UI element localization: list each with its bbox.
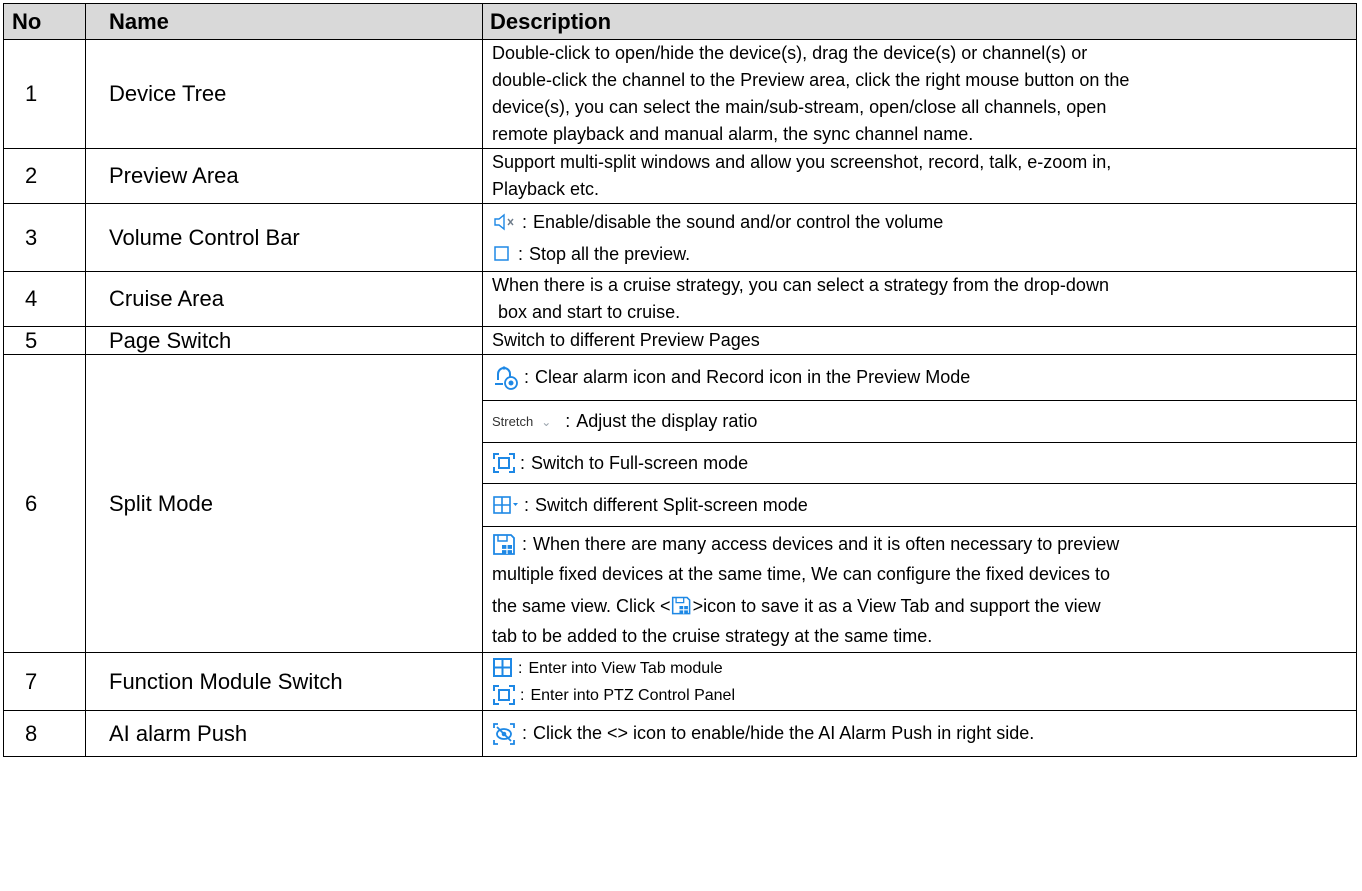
row-name: Volume Control Bar [85,203,483,272]
item-text: Clear alarm icon and Record icon in the … [535,367,971,387]
separator: : [565,411,571,431]
row-number: 8 [3,710,86,757]
item-text: Switch different Split-screen mode [535,494,808,515]
table-row: 2 Preview Area Support multi-split windo… [3,148,1357,204]
row-name: Cruise Area [85,271,483,327]
stop-icon [492,244,514,264]
row-description: : Enter into View Tab module : Enter int… [482,652,1357,711]
item-text: Stop all the preview. [529,243,691,264]
row-number: 5 [3,326,86,355]
desc-item: Stretch ⌄ : Adjust the display ratio [483,401,1356,443]
separator: : [522,723,528,743]
desc-item: : Switch different Split-screen mode [483,484,1356,527]
desc-item: : Enable/disable the sound and/or contro… [492,206,1350,238]
row-description: Switch to different Preview Pages [482,326,1357,355]
row-name: Split Mode [85,354,483,653]
chevron-down-icon: ⌄ [541,414,552,429]
table-row: 7 Function Module Switch : Enter into Vi… [3,652,1357,711]
desc-line: : When there are many access devices and… [492,531,1350,558]
item-text: Switch to Full-screen mode [531,452,749,473]
feature-table: No Name Description 1 Device Tree Double… [3,3,1357,757]
desc-line: the same view. Click < >icon to save it … [492,590,1350,622]
desc-line: Playback etc. [492,179,600,199]
dropdown-value: Stretch [492,414,534,429]
desc-item: : Clear alarm icon and Record icon in th… [483,355,1356,401]
desc-line: remote playback and manual alarm, the sy… [492,124,974,144]
desc-line: double-click the channel to the Preview … [492,70,1130,90]
item-text: Click the <> icon to enable/hide the AI … [533,723,1035,743]
separator: : [524,494,530,515]
desc-line-text: >icon to save it as a View Tab and suppo… [692,596,1101,616]
desc-line: Double-click to open/hide the device(s),… [492,43,1088,63]
row-number: 4 [3,271,86,327]
desc-item: : Enter into View Tab module [492,655,1350,682]
header-name: Name [85,3,483,40]
desc-item: : Stop all the preview. [492,238,1350,270]
item-text: Enter into View Tab module [528,659,723,677]
table-row: 6 Split Mode : Clear alarm icon and Reco… [3,354,1357,653]
ptz-icon [492,684,516,706]
split-screen-icon [492,494,520,516]
stretch-dropdown: Stretch ⌄ [492,414,551,429]
save-view-icon [492,533,518,557]
desc-line: tab to be added to the cruise strategy a… [492,626,933,646]
row-description: Double-click to open/hide the device(s),… [482,39,1357,149]
row-description: : Click the <> icon to enable/hide the A… [482,710,1357,757]
fullscreen-icon [492,452,516,474]
header-description: Description [482,3,1357,40]
row-name: Page Switch [85,326,483,355]
separator: : [520,452,526,473]
desc-item: : Enter into PTZ Control Panel [492,682,1350,709]
row-description: : Enable/disable the sound and/or contro… [482,203,1357,272]
separator: : [518,659,523,677]
table-row: 8 AI alarm Push : Click the <> icon to e… [3,710,1357,757]
item-text: Adjust the display ratio [576,411,758,431]
header-row: No Name Description [3,3,1357,40]
save-view-icon [671,595,693,617]
desc-item: : Click the <> icon to enable/hide the A… [492,720,1350,747]
separator: : [518,243,524,264]
separator: : [522,211,528,232]
row-number: 3 [3,203,86,272]
separator: : [524,367,530,387]
table-row: 1 Device Tree Double-click to open/hide … [3,39,1357,149]
row-description: : Clear alarm icon and Record icon in th… [482,354,1357,653]
desc-line-text: the same view. Click < [492,596,671,616]
separator: : [522,534,528,554]
row-number: 6 [3,354,86,653]
desc-line: Support multi-split windows and allow yo… [492,152,1112,172]
row-number: 7 [3,652,86,711]
table-row: 3 Volume Control Bar : Enable/disable th… [3,203,1357,272]
desc-line: multiple fixed devices at the same time,… [492,564,1110,584]
row-name: Function Module Switch [85,652,483,711]
separator: : [520,686,525,704]
speaker-mute-icon [492,212,518,232]
item-text: When there are many access devices and i… [533,534,1120,554]
desc-line: device(s), you can select the main/sub-s… [492,97,1107,117]
item-text: Enter into PTZ Control Panel [530,686,735,704]
row-description: Support multi-split windows and allow yo… [482,148,1357,204]
row-name: Preview Area [85,148,483,204]
desc-item: : Switch to Full-screen mode [483,443,1356,484]
view-tab-icon [492,657,514,679]
desc-line: When there is a cruise strategy, you can… [492,275,1109,295]
row-name: AI alarm Push [85,710,483,757]
header-no: No [3,3,86,40]
row-number: 1 [3,39,86,149]
table-row: 4 Cruise Area When there is a cruise str… [3,271,1357,327]
item-text: Enable/disable the sound and/or control … [533,211,944,232]
clear-alarm-icon [492,365,520,391]
table-row: 5 Page Switch Switch to different Previe… [3,326,1357,355]
row-name: Device Tree [85,39,483,149]
desc-line: box and start to cruise. [498,302,681,322]
ai-alarm-icon [492,722,518,746]
desc-item: : When there are many access devices and… [483,527,1356,652]
row-description: When there is a cruise strategy, you can… [482,271,1357,327]
row-number: 2 [3,148,86,204]
